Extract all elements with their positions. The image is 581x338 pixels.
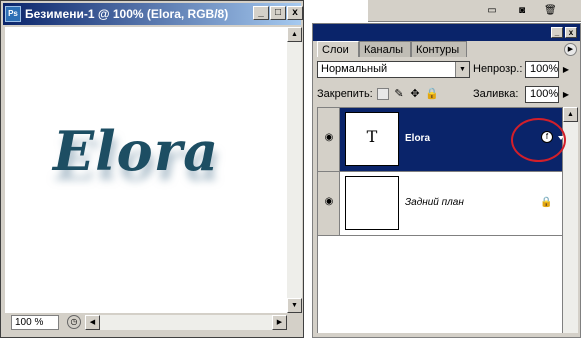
snapshot-icon[interactable]: ◙ bbox=[516, 5, 528, 16]
text-layer-icon: T bbox=[366, 127, 378, 146]
status-bar: 100 % ◷ ◀ ▶ bbox=[5, 314, 302, 334]
eye-icon[interactable]: ◉ bbox=[322, 133, 336, 143]
fill-field[interactable]: 100% bbox=[525, 86, 559, 103]
scroll-up-button[interactable]: ▲ bbox=[287, 27, 302, 42]
visibility-cell[interactable]: ◉ bbox=[318, 172, 340, 235]
lock-icon[interactable]: 🔒 bbox=[425, 88, 439, 100]
brush-icon[interactable]: ✎ bbox=[393, 88, 405, 100]
layer-thumbnail: T bbox=[345, 112, 399, 166]
layers-panel: _ x Слои Каналы Контуры ▶ Нормальный ▼ Н… bbox=[312, 23, 581, 338]
trash-icon[interactable]: 🗑 bbox=[544, 5, 557, 16]
new-set-icon[interactable]: ▭ bbox=[486, 5, 498, 16]
minimize-button[interactable]: _ bbox=[253, 6, 269, 20]
scroll-down-button[interactable]: ▼ bbox=[287, 298, 302, 313]
layer-name[interactable]: Elora bbox=[405, 133, 430, 144]
lock-icon: 🔒 bbox=[540, 197, 553, 208]
panel-minimize-button[interactable]: _ bbox=[551, 27, 563, 38]
tab-channels[interactable]: Каналы bbox=[359, 41, 411, 57]
fill-arrow-icon[interactable]: ▶ bbox=[560, 87, 572, 102]
move-icon[interactable]: ✥ bbox=[409, 88, 421, 100]
maximize-button[interactable]: □ bbox=[270, 6, 286, 20]
opacity-label: Непрозр.: bbox=[473, 63, 523, 75]
highlight-circle bbox=[511, 118, 566, 162]
panel-footer bbox=[313, 333, 580, 337]
document-window: Ps Безимени-1 @ 100% (Elora, RGB/8) _ □ … bbox=[0, 0, 304, 338]
lock-transparency-icon[interactable] bbox=[377, 88, 389, 100]
panel-title-bar[interactable]: _ x bbox=[313, 24, 580, 41]
scroll-left-button[interactable]: ◀ bbox=[85, 315, 100, 330]
canvas-text-elora: Elora bbox=[53, 119, 220, 183]
panel-close-button[interactable]: x bbox=[565, 27, 577, 38]
tab-layers[interactable]: Слои bbox=[317, 41, 359, 57]
tab-paths[interactable]: Контуры bbox=[411, 41, 467, 57]
blend-mode-value: Нормальный bbox=[321, 63, 388, 75]
opacity-field[interactable]: 100% bbox=[525, 61, 559, 78]
chevron-down-icon[interactable]: ▼ bbox=[455, 62, 469, 77]
top-panel-strip: ▭ ◙ 🗑 bbox=[368, 0, 581, 22]
fill-label: Заливка: bbox=[473, 88, 519, 100]
opacity-arrow-icon[interactable]: ▶ bbox=[560, 62, 572, 77]
document-title: Безимени-1 @ 100% (Elora, RGB/8) bbox=[25, 7, 229, 21]
layer-row-background[interactable]: ◉ Задний план 🔒 bbox=[318, 172, 562, 236]
blend-mode-select[interactable]: Нормальный ▼ bbox=[317, 61, 470, 78]
panel-menu-icon[interactable]: ▶ bbox=[564, 43, 577, 56]
close-button[interactable]: x bbox=[287, 6, 303, 20]
visibility-cell[interactable]: ◉ bbox=[318, 108, 340, 171]
eye-icon[interactable]: ◉ bbox=[322, 197, 336, 207]
status-info-icon[interactable]: ◷ bbox=[67, 315, 81, 329]
document-title-bar[interactable]: Ps Безимени-1 @ 100% (Elora, RGB/8) _ □ … bbox=[3, 3, 303, 25]
vertical-scrollbar[interactable]: ▲ ▼ bbox=[287, 27, 302, 313]
horizontal-scrollbar[interactable]: ◀ ▶ bbox=[85, 315, 287, 330]
scroll-right-button[interactable]: ▶ bbox=[272, 315, 287, 330]
zoom-field[interactable]: 100 % bbox=[11, 315, 59, 330]
document-canvas[interactable]: Elora bbox=[5, 27, 287, 313]
layers-scroll-up-button[interactable]: ▲ bbox=[563, 107, 578, 122]
photoshop-icon: Ps bbox=[5, 6, 21, 22]
layer-thumbnail bbox=[345, 176, 399, 230]
lock-label: Закрепить: bbox=[317, 88, 373, 100]
layer-name[interactable]: Задний план bbox=[405, 197, 464, 208]
